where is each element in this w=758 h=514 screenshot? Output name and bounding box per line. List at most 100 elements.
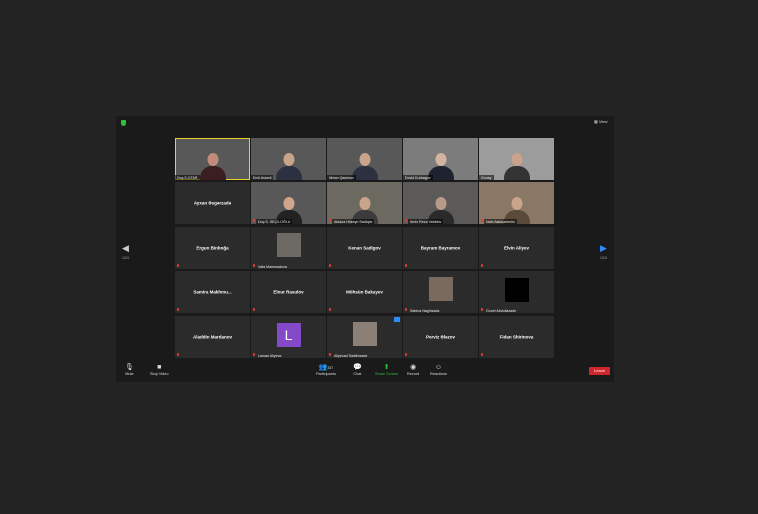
mic-muted-icon [405, 353, 407, 356]
participant-name: Elnur Rasulov [273, 289, 304, 295]
mic-muted-icon [177, 308, 179, 311]
participant-name: Gunay [479, 175, 494, 180]
share-screen-label: Share Screen [375, 372, 399, 376]
participant-name: Doç.S.OTAR [175, 175, 200, 180]
participant-name: Samira Makhmu... [193, 289, 232, 295]
profile-picture [504, 278, 529, 302]
leave-button[interactable]: Leave [589, 367, 610, 375]
microphone-icon: 🎙 [125, 364, 134, 371]
participant-video [502, 150, 532, 180]
next-page-icon[interactable]: ▶ [600, 243, 607, 254]
participant-name: Kenan Sadigov [348, 245, 381, 251]
profile-picture [276, 233, 301, 257]
reactions-label: Reactions [430, 372, 447, 376]
audio-tile[interactable]: Aladdin Mardanov [175, 316, 250, 358]
participant-name: Emil Aslanli [251, 175, 274, 180]
mic-muted-icon [405, 219, 407, 222]
security-shield-icon[interactable] [121, 120, 126, 126]
participant-name: Ayxan Əsgərzadə [193, 200, 232, 206]
participant-name: Nabi Alakbərlenisi [484, 219, 517, 224]
participant-name: Gunel Abdullazade [486, 308, 517, 313]
mic-muted-icon [481, 353, 483, 356]
chat-button[interactable]: 💬 Chat [353, 364, 362, 376]
record-button[interactable]: ◉ Record [407, 364, 419, 376]
audio-tile[interactable]: Kenan Sadigov [327, 227, 402, 269]
audio-tile[interactable]: Elnur Rasulov [251, 271, 326, 313]
prev-page-icon[interactable]: ◀ [122, 243, 129, 254]
audio-tile[interactable]: Ayxan Əsgərzadə [175, 182, 250, 224]
page-indicator-left: 1/24 [122, 256, 129, 260]
audio-tile[interactable]: Fidan Shirinova [479, 316, 554, 358]
record-label: Record [407, 372, 420, 376]
audio-tile[interactable]: Perviz Ələzov [403, 316, 478, 358]
audio-tile[interactable]: Elvin Aliyev [479, 227, 554, 269]
participant-video [274, 150, 304, 180]
audio-tile[interactable]: Samira Makhmu... [175, 271, 250, 313]
record-icon: ◉ [410, 364, 417, 371]
participant-name: Perviz Ələzov [425, 334, 456, 340]
participant-name: Laman Aliyeva [258, 353, 282, 358]
share-indicator-icon [394, 317, 400, 322]
audio-tile[interactable]: L Laman Aliyeva [251, 316, 326, 358]
stop-video-button[interactable]: ■ Stop Video [150, 364, 169, 376]
participant-name: Dovid Kurbagov [403, 175, 433, 180]
audio-tile[interactable]: Gunel Abdullazade [479, 271, 554, 313]
audio-tile[interactable]: Bayram Bayramov [403, 227, 478, 269]
video-tile[interactable]: Doç.S. SEÇİLOĞLU [251, 182, 326, 224]
mic-muted-icon [481, 264, 483, 267]
participants-button[interactable]: 👥337 Participants [316, 364, 336, 376]
video-camera-icon: ■ [157, 364, 162, 371]
chat-label: Chat [353, 372, 362, 376]
mic-muted-icon [253, 308, 255, 311]
participant-name: Vafa Mammadova [258, 264, 287, 269]
page-indicator-right: 1/24 [600, 256, 607, 260]
participant-name: Bayram Bayramov [420, 245, 461, 251]
participant-name: Fidan Shirinova [499, 334, 534, 340]
video-tile[interactable]: Gunay [479, 138, 554, 180]
profile-picture [352, 322, 377, 346]
share-screen-button[interactable]: ⬆ Share Screen [375, 364, 398, 376]
video-tile[interactable]: Doç.S.OTAR [175, 138, 250, 180]
mic-muted-icon [405, 308, 407, 311]
view-button[interactable]: ▦ View [594, 119, 608, 124]
video-tile[interactable]: Dovid Kurbagov [403, 138, 478, 180]
audio-tile[interactable]: Vafa Mammadova [251, 227, 326, 269]
participant-name: Ilkhan Qasimov [327, 175, 356, 180]
reactions-button[interactable]: ☺ Reactions [430, 364, 447, 376]
participants-label: Participants [316, 372, 336, 376]
reactions-icon: ☺ [434, 364, 443, 371]
mic-muted-icon [481, 219, 483, 222]
audio-tile[interactable]: Aliyevad Sadikhzade [327, 316, 402, 358]
initial-avatar: L [276, 323, 301, 347]
mic-muted-icon [329, 219, 331, 222]
audio-tile[interactable]: Ergun Binboğa [175, 227, 250, 269]
mic-muted-icon [329, 264, 331, 267]
participant-name: Doç.S. SEÇİLOĞLU [256, 219, 293, 224]
mic-muted-icon [253, 264, 255, 267]
participant-name: Aidəna Hüseyn Sadiqov [332, 219, 375, 224]
chat-icon: 💬 [353, 364, 362, 371]
participant-name: Aladdin Mardanov [192, 334, 232, 340]
mic-muted-icon [177, 353, 179, 356]
mute-button[interactable]: 🎙 Mute [125, 364, 134, 376]
video-tile[interactable]: Aidəna Hüseyn Sadiqov [327, 182, 402, 224]
mic-muted-icon [253, 353, 255, 356]
video-tile[interactable]: Nabi Alakbərlenisi [479, 182, 554, 224]
mic-muted-icon [329, 353, 331, 356]
mic-muted-icon [253, 219, 255, 222]
participant-name: Ergun Binboğa [196, 245, 229, 251]
stop-video-label: Stop Video [150, 372, 169, 376]
share-screen-icon: ⬆ [383, 364, 390, 371]
mic-muted-icon [481, 308, 483, 311]
audio-tile[interactable]: Sabina Naghizada [403, 271, 478, 313]
mic-muted-icon [177, 264, 179, 267]
profile-picture [428, 277, 453, 301]
video-tile[interactable]: Ilkhan Qasimov [327, 138, 402, 180]
mute-label: Mute [125, 372, 134, 376]
participant-name: Elvin Aliyev [503, 245, 530, 251]
audio-tile[interactable]: Möhsün Bakayev [327, 271, 402, 313]
video-tile[interactable]: Emil Aslanli [251, 138, 326, 180]
video-tile[interactable]: Amin Reza Vahidov [403, 182, 478, 224]
participant-name: Möhsün Bakayev [346, 289, 383, 295]
participant-name: Aliyevad Sadikhzade [334, 353, 368, 358]
